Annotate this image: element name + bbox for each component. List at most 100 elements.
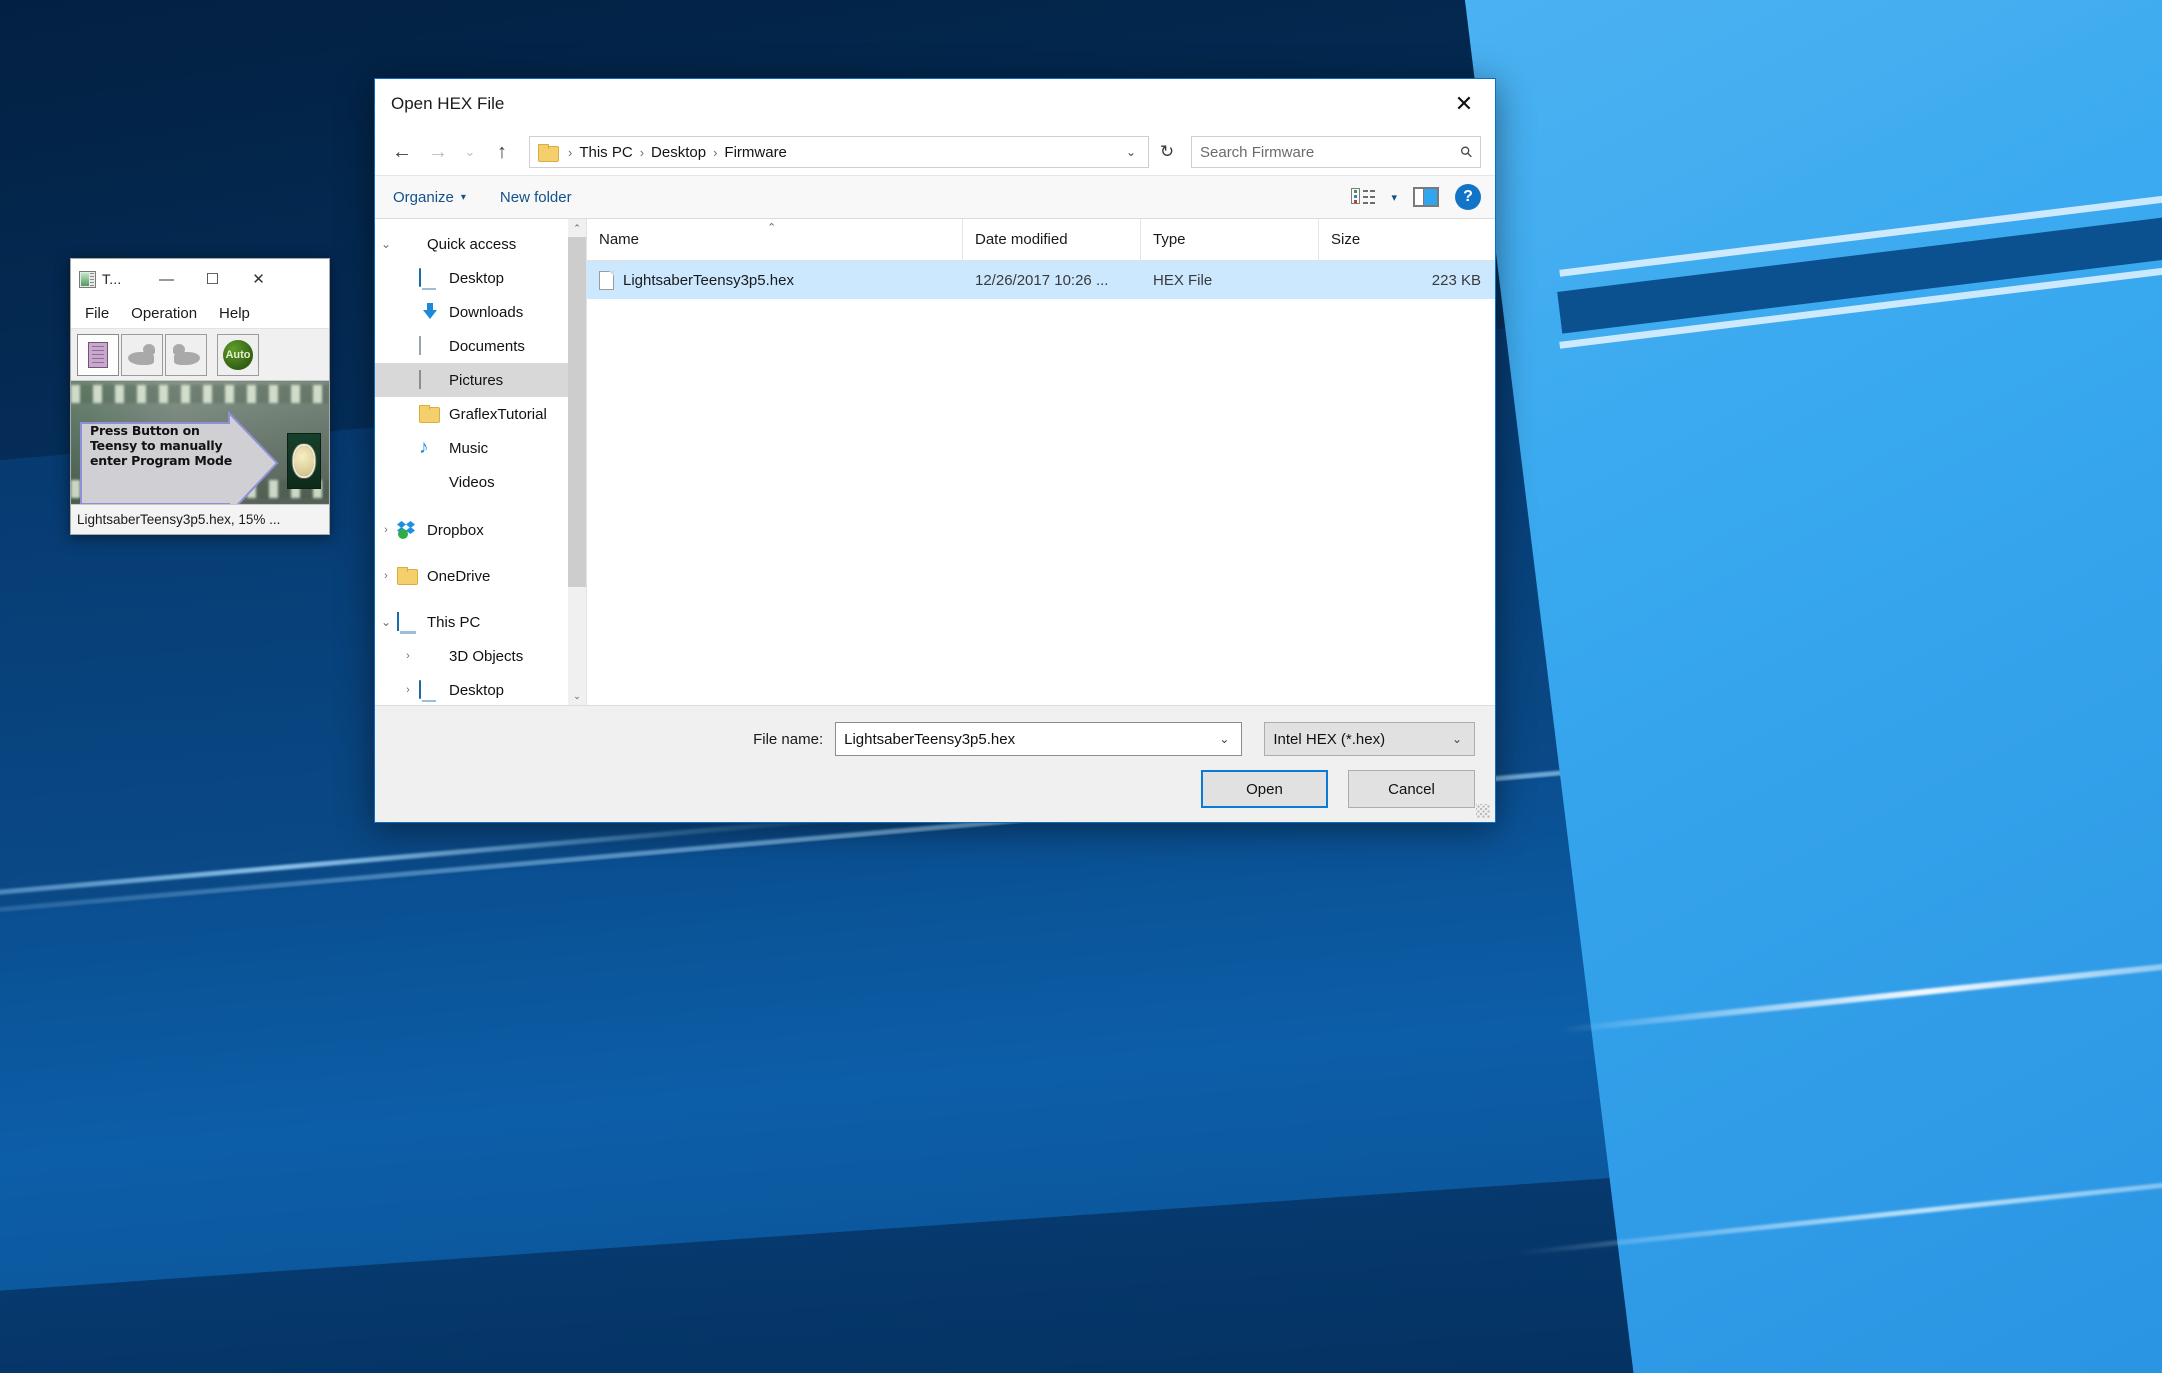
open-hex-file-dialog[interactable]: Open HEX File ✕ ← → ⌄ ↑ › This PC › Desk… [374, 78, 1496, 823]
teensy-loader-window[interactable]: T... — ☐ ✕ File Operation Help Auto Pres… [70, 258, 330, 535]
tree-item-music[interactable]: ♪ Music [375, 431, 586, 465]
tree-item-dropbox[interactable]: › Dropbox [375, 513, 586, 547]
file-name-combobox[interactable]: ⌄ [835, 722, 1243, 756]
cancel-button[interactable]: Cancel [1348, 770, 1475, 808]
back-button[interactable]: ← [385, 135, 419, 169]
column-header-size[interactable]: Size [1319, 219, 1495, 261]
resize-grip[interactable] [1476, 804, 1490, 818]
help-icon[interactable]: ? [1455, 184, 1481, 210]
organize-button[interactable]: Organize ▾ [393, 189, 466, 206]
column-header-type[interactable]: Type [1141, 218, 1319, 261]
tree-item-desktop[interactable]: Desktop [375, 261, 586, 295]
twisty-icon[interactable]: ⌄ [375, 615, 397, 629]
tree-item-videos[interactable]: Videos [375, 465, 586, 499]
teensy-close-button[interactable]: ✕ [235, 260, 281, 298]
breadcrumb[interactable]: › This PC › Desktop › Firmware ⌄ [529, 136, 1149, 168]
tree-group-gap [375, 593, 586, 605]
file-open-icon [88, 341, 108, 368]
tree-group-gap [375, 547, 586, 559]
open-hex-file-button[interactable] [77, 333, 119, 376]
scrollbar-track[interactable] [568, 587, 586, 687]
auto-mode-button[interactable]: Auto [217, 333, 259, 376]
download-arrow-icon [419, 303, 441, 321]
recent-locations-button[interactable]: ⌄ [457, 135, 483, 169]
forward-button[interactable]: → [421, 135, 455, 169]
dialog-titlebar[interactable]: Open HEX File ✕ [375, 79, 1495, 129]
search-box[interactable]: ⚲ [1191, 136, 1481, 168]
reboot-button[interactable] [165, 333, 207, 376]
sort-ascending-icon: ⌃ [767, 221, 777, 234]
tree-label: Downloads [449, 303, 524, 321]
file-name-input[interactable] [844, 730, 1212, 748]
column-label: Date modified [975, 231, 1068, 248]
upload-duck-icon [172, 343, 200, 367]
chevron-down-icon[interactable]: ▾ [1391, 191, 1397, 204]
up-button[interactable]: ↑ [485, 135, 519, 169]
column-header-date-modified[interactable]: Date modified [963, 218, 1141, 261]
dialog-footer: File name: ⌄ Intel HEX (*.hex) ⌄ Open Ca… [375, 705, 1495, 822]
teensy-maximize-button[interactable]: ☐ [189, 260, 235, 298]
preview-pane-icon[interactable] [1413, 187, 1439, 207]
open-button[interactable]: Open [1201, 770, 1328, 808]
tree-item-documents[interactable]: Documents [375, 329, 586, 363]
menu-item-help[interactable]: Help [219, 305, 250, 322]
chevron-down-icon[interactable]: ⌄ [1211, 732, 1237, 746]
tree-item-pictures[interactable]: Pictures [375, 363, 586, 397]
command-bar-right-group: ▾ ? [1351, 184, 1481, 210]
twisty-icon[interactable]: ⌄ [375, 237, 397, 251]
new-folder-label: New folder [499, 188, 572, 206]
tree-item-this-pc[interactable]: ⌄ This PC [375, 605, 586, 639]
video-icon [419, 473, 441, 491]
breadcrumb-item-firmware[interactable]: Firmware [724, 144, 787, 161]
menu-item-file[interactable]: File [85, 305, 109, 322]
tree-item-onedrive[interactable]: › OneDrive [375, 559, 586, 593]
tree-item-desktop-thispc[interactable]: › Desktop [375, 673, 586, 705]
hex-file-icon [599, 270, 614, 290]
twisty-icon[interactable]: › [397, 684, 419, 696]
twisty-icon[interactable]: › [375, 570, 397, 582]
navigation-scrollbar[interactable]: ⌃ ⌄ [568, 219, 586, 705]
teensy-window-title: T... [102, 271, 122, 287]
scroll-up-icon[interactable]: ⌃ [568, 219, 586, 237]
teensy-minimize-button[interactable]: — [143, 260, 189, 298]
navigation-pane: ⌄ Quick access Desktop Downloads Documen… [375, 219, 587, 705]
twisty-icon[interactable]: › [375, 524, 397, 536]
star-icon [397, 235, 419, 253]
tree-item-3d-objects[interactable]: › 3D Objects [375, 639, 586, 673]
column-label: Type [1153, 231, 1186, 248]
board-pin-row-top [71, 385, 329, 403]
chevron-down-icon[interactable]: ⌄ [1444, 732, 1470, 746]
column-header-name[interactable]: Name ⌃ [587, 218, 963, 261]
table-row[interactable]: LightsaberTeensy3p5.hex 12/26/2017 10:26… [587, 261, 1495, 299]
search-input[interactable] [1200, 143, 1461, 161]
twisty-icon[interactable]: › [397, 650, 419, 662]
menu-item-operation[interactable]: Operation [131, 305, 197, 322]
tree-label: Dropbox [427, 521, 484, 539]
breadcrumb-item-desktop[interactable]: Desktop [651, 144, 706, 161]
tree-item-downloads[interactable]: Downloads [375, 295, 586, 329]
tree-item-quick-access[interactable]: ⌄ Quick access [375, 227, 586, 261]
tree-label: Quick access [427, 235, 517, 253]
tree-label: OneDrive [427, 567, 491, 585]
teensy-toolbar: Auto [71, 329, 329, 381]
scroll-down-icon[interactable]: ⌄ [568, 687, 586, 705]
tree-item-graflextutorial[interactable]: GraflexTutorial [375, 397, 586, 431]
breadcrumb-item-this-pc[interactable]: This PC [579, 144, 632, 161]
tree-label: Music [449, 439, 489, 457]
refresh-icon[interactable]: ↻ [1151, 136, 1183, 168]
teensy-titlebar[interactable]: T... — ☐ ✕ [71, 259, 329, 299]
monitor-icon [419, 680, 441, 699]
new-folder-button[interactable]: New folder [500, 189, 572, 206]
chevron-down-icon[interactable]: ⌄ [1118, 145, 1144, 159]
close-icon[interactable]: ✕ [1433, 80, 1495, 128]
scrollbar-thumb[interactable] [568, 237, 586, 587]
file-type-filter-combobox[interactable]: Intel HEX (*.hex) ⌄ [1264, 722, 1475, 756]
tree-label: Desktop [449, 269, 505, 287]
teensy-menubar: File Operation Help [71, 299, 329, 329]
program-button[interactable] [121, 333, 163, 376]
document-icon [419, 336, 441, 355]
teensy-status-bar: LightsaberTeensy3p5.hex, 15% ... [71, 504, 329, 534]
view-options-icon[interactable] [1351, 188, 1376, 206]
tree-label: Pictures [449, 371, 504, 389]
breadcrumb-separator-1: › [639, 144, 645, 160]
